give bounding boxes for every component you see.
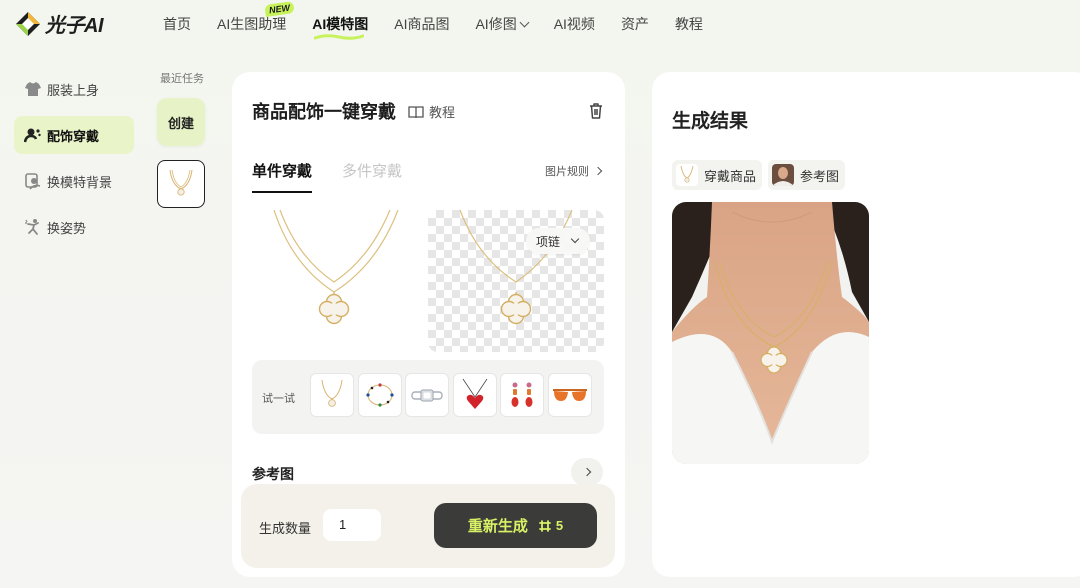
- book-icon: [408, 105, 424, 118]
- tab-multi-wear[interactable]: 多件穿戴: [342, 160, 402, 193]
- result-chip-reference[interactable]: 参考图: [768, 160, 846, 190]
- category-select[interactable]: 项链: [525, 228, 590, 254]
- nav-ai-model-label: AI模特图: [312, 16, 369, 32]
- try-sample-necklace[interactable]: [310, 373, 354, 417]
- nav-ai-image-assistant[interactable]: AI生图助理 NEW: [217, 0, 295, 48]
- necklace-icon: [321, 379, 343, 407]
- try-sample-sunglasses[interactable]: [547, 373, 592, 417]
- regenerate-label: 重新生成: [467, 518, 528, 535]
- tab-single-wear[interactable]: 单件穿戴: [252, 160, 313, 193]
- background-icon: [24, 172, 42, 190]
- necklace-icon: [169, 169, 193, 196]
- chevron-right-icon: [593, 166, 603, 176]
- sidebar: 服装上身 配饰穿戴 换模特背景 换姿势: [14, 70, 134, 254]
- try-label: 试一试: [262, 393, 295, 405]
- sidebar-item-label: 配饰穿戴: [47, 128, 100, 144]
- nav-tutorial-label: 教程: [674, 16, 703, 32]
- sunglasses-icon: [552, 389, 587, 401]
- nav-ai-video-label: AI视频: [553, 16, 595, 32]
- chevron-right-icon: [582, 467, 592, 477]
- recent-tasks: 最近任务 创建: [152, 70, 212, 208]
- nav-home[interactable]: 首页: [163, 0, 191, 48]
- sidebar-item-background[interactable]: 换模特背景: [14, 162, 134, 200]
- nav-ai-model[interactable]: AI模特图: [312, 0, 368, 48]
- image-rules-link[interactable]: 图片规则: [545, 163, 603, 179]
- recent-task-thumbnail[interactable]: [157, 160, 205, 208]
- tutorial-link[interactable]: 教程: [408, 102, 455, 121]
- credit-cost-value: 5: [555, 518, 564, 533]
- main-nav: 首页 AI生图助理 NEW AI模特图 AI商品图 AI修图 AI视频 资产 教…: [150, 0, 716, 48]
- try-sample-list: [310, 373, 595, 417]
- result-chip-label: 参考图: [800, 168, 840, 184]
- model-wearing-necklace-image: [672, 202, 869, 464]
- nav-assets[interactable]: 资产: [621, 0, 649, 48]
- earrings-icon: [511, 382, 533, 407]
- try-samples: 试一试: [252, 360, 604, 434]
- sidebar-item-label: 换模特背景: [47, 174, 113, 190]
- necklace-icon: [676, 164, 698, 186]
- nav-ai-image-assistant-label: AI生图助理: [217, 16, 287, 32]
- wear-mode-tabs: 单件穿戴 多件穿戴: [252, 160, 432, 193]
- trash-icon[interactable]: [587, 102, 605, 120]
- sidebar-item-label: 换姿势: [47, 220, 87, 236]
- result-inputs: 穿戴商品 参考图: [672, 160, 851, 190]
- try-sample-earrings[interactable]: [500, 373, 544, 417]
- logo-icon: [16, 11, 40, 36]
- sidebar-item-accessory[interactable]: 配饰穿戴: [14, 116, 134, 154]
- product-image-cutout[interactable]: 项链: [428, 210, 604, 352]
- new-badge: NEW: [264, 1, 295, 17]
- brand-name: 光子AI: [45, 15, 104, 37]
- create-button[interactable]: 创建: [157, 98, 205, 146]
- sidebar-item-pose[interactable]: 换姿势: [14, 208, 134, 246]
- credit-cost: 5: [538, 518, 563, 533]
- generate-bar: 生成数量 1 重新生成 5: [241, 484, 615, 568]
- chevron-down-icon: [570, 234, 580, 244]
- tutorial-label: 教程: [429, 105, 456, 120]
- top-navigation: 光子AI 首页 AI生图助理 NEW AI模特图 AI商品图 AI修图 AI视频…: [0, 0, 1080, 50]
- credit-icon: [538, 519, 551, 532]
- generated-result-image[interactable]: [672, 202, 869, 464]
- result-chip-product[interactable]: 穿戴商品: [672, 160, 763, 190]
- necklace-product-image: [273, 210, 399, 325]
- pose-icon: [24, 218, 42, 236]
- bracelet-icon: [365, 383, 394, 407]
- regenerate-button[interactable]: 重新生成 5: [434, 503, 597, 548]
- try-sample-ring[interactable]: [405, 373, 449, 417]
- category-select-value: 项链: [535, 234, 560, 249]
- brand-logo[interactable]: 光子AI: [14, 9, 104, 38]
- try-sample-heart-pendant[interactable]: [452, 373, 497, 417]
- result-chip-label: 穿戴商品: [704, 168, 757, 184]
- nav-tutorial[interactable]: 教程: [675, 0, 703, 48]
- generate-count-label: 生成数量: [259, 521, 312, 536]
- reference-expand-button[interactable]: [571, 458, 603, 486]
- nav-ai-video[interactable]: AI视频: [554, 0, 595, 48]
- chevron-down-icon: [519, 17, 530, 28]
- page-title: 商品配饰一键穿戴: [252, 102, 396, 122]
- result-title: 生成结果: [672, 111, 749, 132]
- nav-home-label: 首页: [163, 16, 191, 32]
- shirt-icon: [24, 80, 42, 98]
- try-sample-bracelet[interactable]: [357, 373, 402, 417]
- ring-icon: [411, 389, 443, 402]
- nav-ai-product[interactable]: AI商品图: [394, 0, 449, 48]
- nav-assets-label: 资产: [620, 16, 649, 32]
- recent-tasks-title: 最近任务: [160, 73, 204, 85]
- nav-ai-retouch-label: AI修图: [475, 16, 517, 32]
- nav-ai-product-label: AI商品图: [394, 16, 450, 32]
- reference-image-label: 参考图: [252, 466, 294, 482]
- image-rules-label: 图片规则: [545, 166, 589, 178]
- nav-ai-retouch[interactable]: AI修图: [475, 0, 530, 48]
- active-underline-icon: [314, 34, 365, 40]
- generate-count-input[interactable]: 1: [323, 509, 381, 541]
- sidebar-item-label: 服装上身: [47, 82, 100, 98]
- accessory-icon: [24, 126, 42, 144]
- sidebar-item-clothing[interactable]: 服装上身: [14, 70, 134, 108]
- result-panel: 生成结果 穿戴商品 参考图: [652, 72, 1080, 577]
- product-image-original[interactable]: [252, 210, 422, 352]
- heart-pendant-icon: [462, 378, 487, 409]
- portrait-icon: [772, 164, 795, 186]
